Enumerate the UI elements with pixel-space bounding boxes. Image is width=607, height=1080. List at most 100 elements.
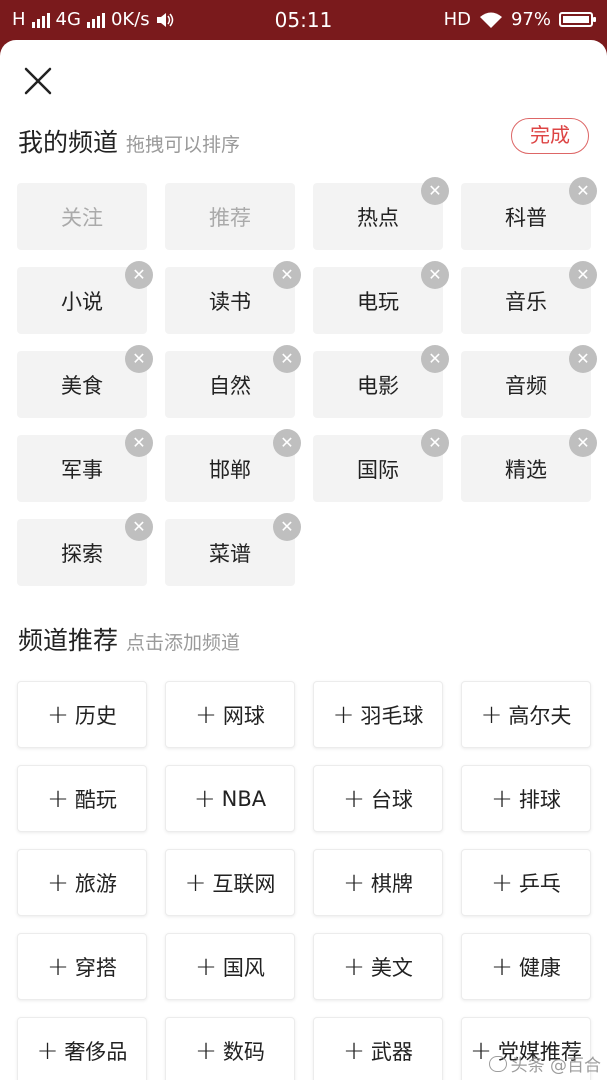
add-channel-chip[interactable]: + 穿搭 — [17, 933, 147, 1000]
channel-label: 推荐 — [209, 205, 251, 230]
my-channel-chip[interactable]: 读书 ✕ — [165, 261, 301, 334]
status-bar: H 4G 0K/s 05:11 HD 97% — [0, 0, 607, 40]
my-channel-chip[interactable]: 关注 — [17, 183, 147, 250]
channel-label: 高尔夫 — [508, 703, 572, 728]
my-channel-chip[interactable]: 电玩 ✕ — [313, 261, 449, 334]
remove-channel-icon[interactable]: ✕ — [421, 429, 449, 457]
remove-channel-icon[interactable]: ✕ — [125, 261, 153, 289]
my-channel-chip[interactable]: 国际 ✕ — [313, 429, 449, 502]
channel-label: 台球 — [370, 787, 413, 812]
remove-channel-icon[interactable]: ✕ — [125, 513, 153, 541]
add-channel-chip[interactable]: + 乒乓 — [461, 849, 591, 916]
channel-label: 乒乓 — [518, 871, 561, 896]
channel-label: 棋牌 — [370, 871, 413, 896]
channel-label: 读书 — [209, 289, 251, 314]
remove-channel-icon[interactable]: ✕ — [273, 429, 301, 457]
channel-label: 小说 — [61, 289, 103, 314]
channel-label: NBA — [221, 786, 267, 811]
my-channel-chip[interactable]: 小说 ✕ — [17, 261, 153, 334]
my-channel-chip[interactable]: 科普 ✕ — [461, 177, 597, 250]
plus-icon: + — [47, 951, 69, 982]
channel-label: 菜谱 — [209, 541, 251, 566]
channel-label: 邯郸 — [209, 457, 251, 482]
channel-label: 探索 — [61, 541, 103, 566]
battery-icon — [559, 12, 596, 27]
my-channel-chip[interactable]: 菜谱 ✕ — [165, 513, 301, 586]
plus-icon: + — [195, 1035, 217, 1066]
my-channel-chip[interactable]: 精选 ✕ — [461, 429, 597, 502]
plus-icon: + — [184, 867, 207, 898]
add-channel-chip[interactable]: + 高尔夫 — [461, 681, 591, 748]
channel-label: 历史 — [74, 703, 117, 728]
add-channel-chip[interactable]: + 网球 — [165, 681, 295, 748]
remove-channel-icon[interactable]: ✕ — [569, 261, 597, 289]
remove-channel-icon[interactable]: ✕ — [273, 345, 301, 373]
remove-channel-icon[interactable]: ✕ — [421, 261, 449, 289]
my-channel-chip[interactable]: 邯郸 ✕ — [165, 429, 301, 502]
plus-icon: + — [343, 783, 365, 814]
my-channel-chip[interactable]: 美食 ✕ — [17, 345, 153, 418]
watermark: 头条 @百合 — [488, 1051, 601, 1076]
add-channel-chip[interactable]: + 旅游 — [17, 849, 147, 916]
add-channel-chip[interactable]: + 羽毛球 — [313, 681, 443, 748]
channel-label: 互联网 — [212, 871, 276, 896]
add-channel-chip[interactable]: + 互联网 — [165, 849, 295, 916]
channel-label: 酷玩 — [74, 787, 117, 812]
remove-channel-icon[interactable]: ✕ — [421, 345, 449, 373]
done-button[interactable]: 完成 — [511, 118, 589, 154]
channel-label: 音频 — [505, 373, 547, 398]
my-channel-chip[interactable]: 音频 ✕ — [461, 345, 597, 418]
plus-icon: + — [343, 951, 365, 982]
add-channel-chip[interactable]: + 棋牌 — [313, 849, 443, 916]
add-channel-chip[interactable]: + 美文 — [313, 933, 443, 1000]
add-channel-chip[interactable]: + 武器 — [313, 1017, 443, 1080]
channel-label: 音乐 — [505, 289, 547, 314]
channel-label: 军事 — [61, 457, 103, 482]
my-channel-chip[interactable]: 自然 ✕ — [165, 345, 301, 418]
plus-icon: + — [480, 699, 503, 730]
my-channel-chip[interactable]: 热点 ✕ — [313, 177, 449, 250]
channel-label: 排球 — [518, 787, 561, 812]
channel-label: 国际 — [357, 457, 399, 482]
add-channel-chip[interactable]: + 健康 — [461, 933, 591, 1000]
channel-label: 电玩 — [357, 289, 399, 314]
my-channel-chip[interactable]: 电影 ✕ — [313, 345, 449, 418]
close-icon[interactable] — [20, 63, 56, 99]
add-channel-chip[interactable]: + 台球 — [313, 765, 443, 832]
my-channel-chip[interactable]: 音乐 ✕ — [461, 261, 597, 334]
battery-percent: 97% — [510, 9, 551, 30]
plus-icon: + — [47, 783, 69, 814]
channel-label: 武器 — [370, 1039, 413, 1064]
remove-channel-icon[interactable]: ✕ — [569, 177, 597, 205]
remove-channel-icon[interactable]: ✕ — [273, 261, 301, 289]
remove-channel-icon[interactable]: ✕ — [421, 177, 449, 205]
add-channel-chip[interactable]: + 排球 — [461, 765, 591, 832]
add-channel-chip[interactable]: + 酷玩 — [17, 765, 147, 832]
add-channel-chip[interactable]: + NBA — [165, 765, 295, 832]
remove-channel-icon[interactable]: ✕ — [273, 513, 301, 541]
status-right: HD 97% — [444, 9, 596, 30]
remove-channel-icon[interactable]: ✕ — [125, 429, 153, 457]
watermark-text: 头条 @百合 — [510, 1056, 601, 1076]
recommend-heading: 频道推荐 点击添加频道 — [18, 621, 240, 657]
remove-channel-icon[interactable]: ✕ — [569, 429, 597, 457]
channel-label: 精选 — [505, 457, 547, 482]
add-channel-chip[interactable]: + 国风 — [165, 933, 295, 1000]
remove-channel-icon[interactable]: ✕ — [569, 345, 597, 373]
add-channel-chip[interactable]: + 奢侈品 — [17, 1017, 147, 1080]
remove-channel-icon[interactable]: ✕ — [125, 345, 153, 373]
my-channels-heading: 我的频道 拖拽可以排序 — [18, 123, 240, 159]
add-channel-chip[interactable]: + 数码 — [165, 1017, 295, 1080]
my-channel-chip[interactable]: 探索 ✕ — [17, 513, 153, 586]
plus-icon: + — [47, 699, 69, 730]
recommend-title: 频道推荐 — [18, 626, 119, 655]
channel-label: 关注 — [61, 205, 103, 230]
plus-icon: + — [195, 951, 217, 982]
plus-icon: + — [47, 867, 69, 898]
add-channel-chip[interactable]: + 历史 — [17, 681, 147, 748]
channel-label: 奢侈品 — [64, 1039, 128, 1064]
plus-icon: + — [193, 783, 216, 814]
plus-icon: + — [332, 699, 355, 730]
my-channel-chip[interactable]: 军事 ✕ — [17, 429, 153, 502]
my-channel-chip[interactable]: 推荐 — [165, 183, 295, 250]
